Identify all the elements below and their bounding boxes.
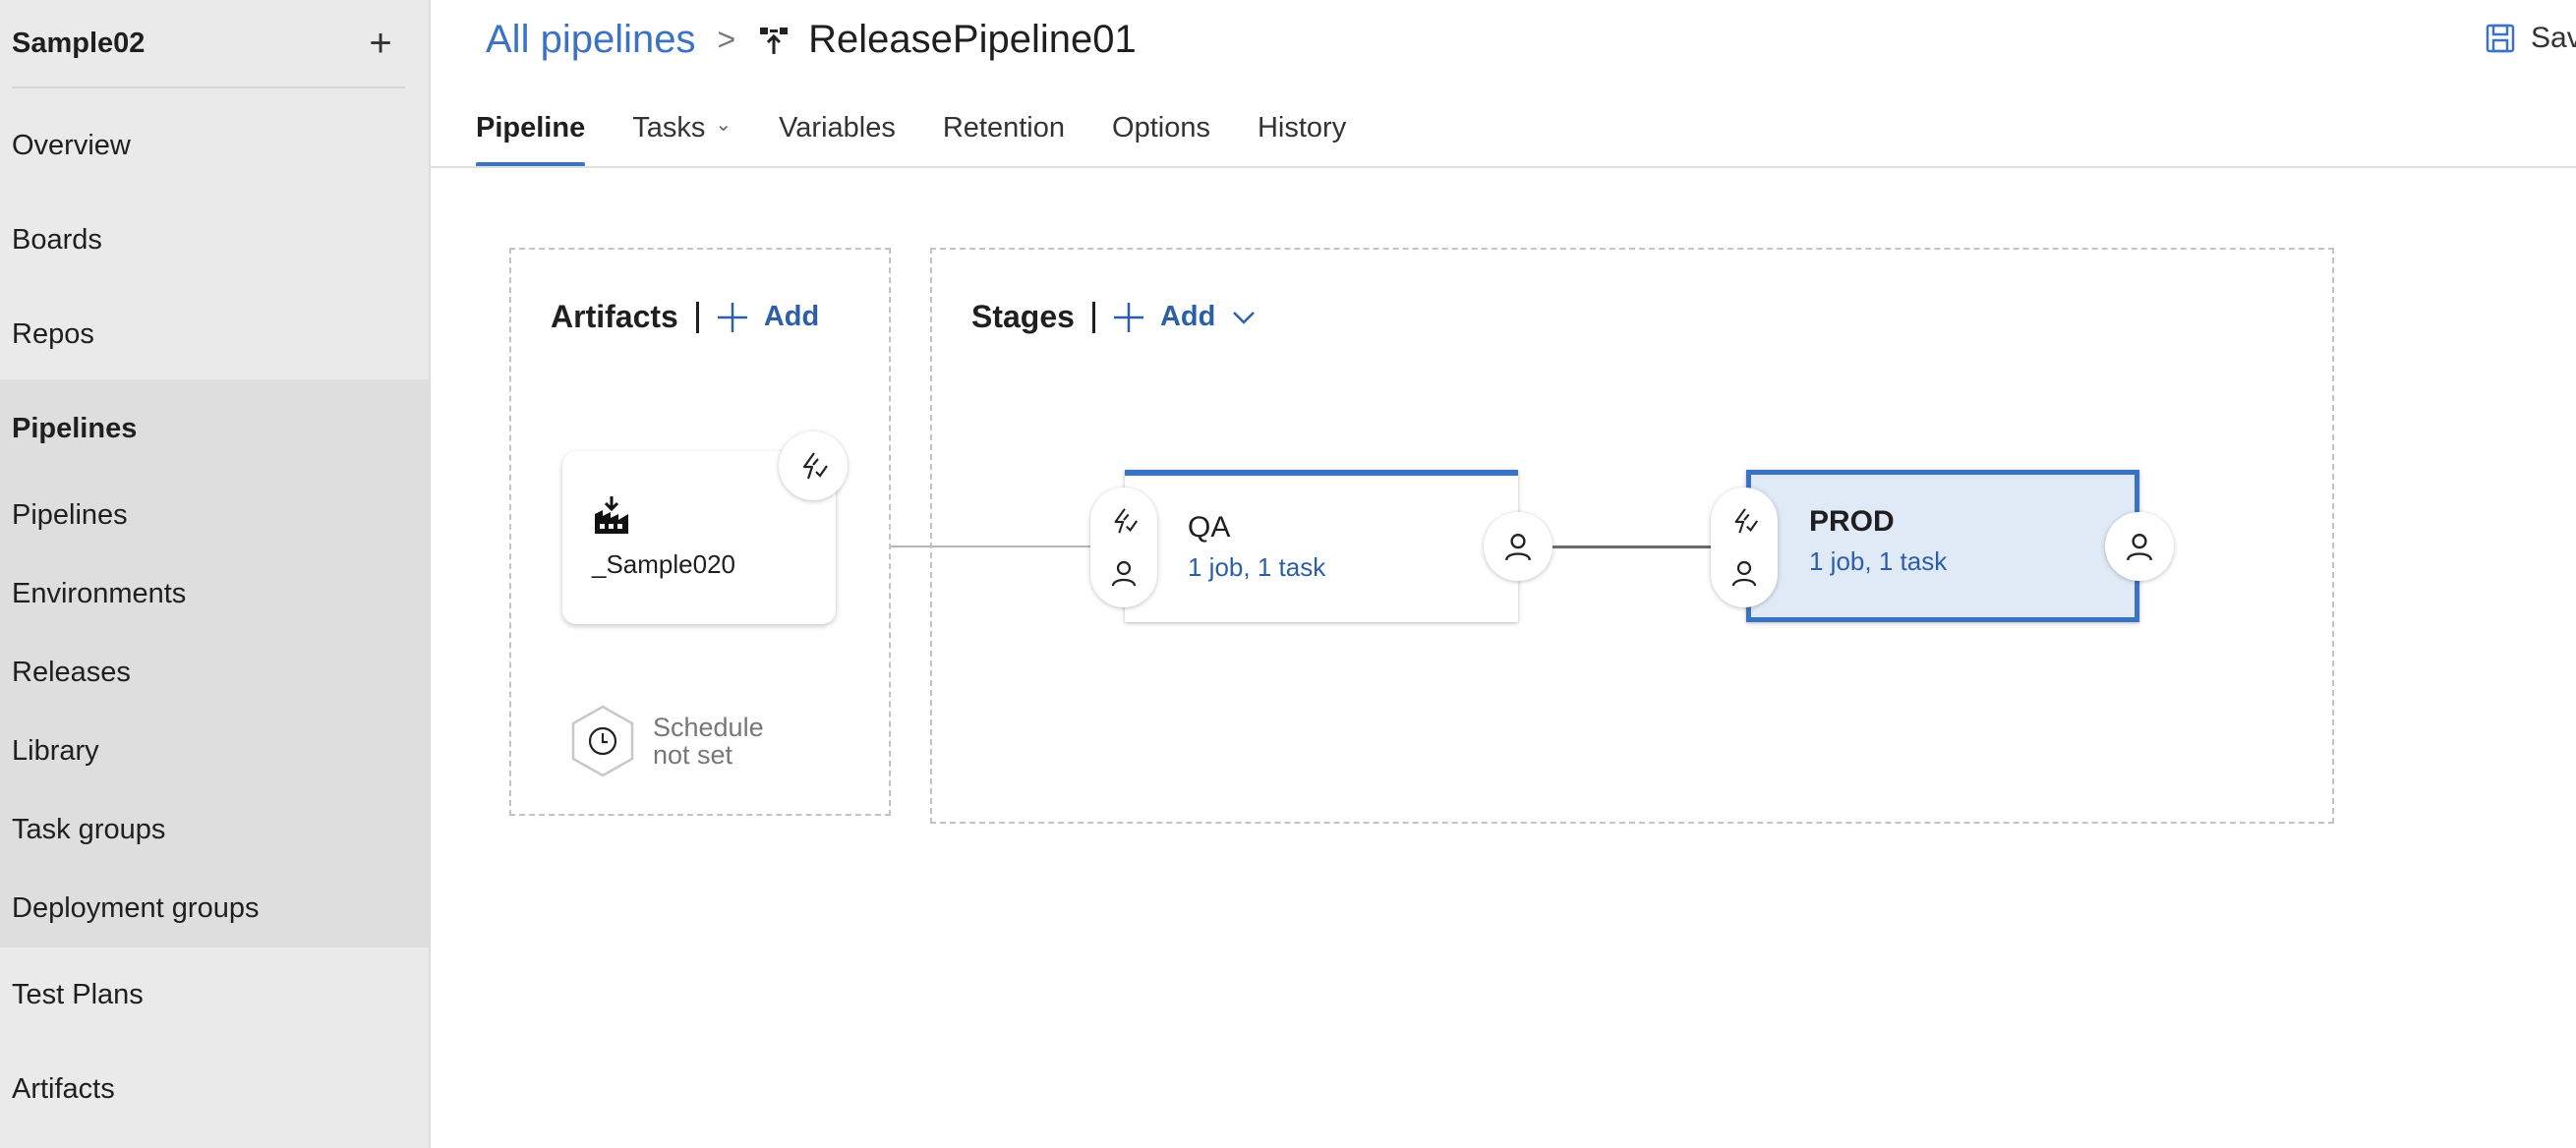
sidebar-item-artifacts[interactable]: Artifacts	[12, 1073, 115, 1106]
add-stage-button[interactable]: Add	[1111, 300, 1257, 335]
breadcrumb-separator: >	[717, 21, 736, 57]
sidebar-item-boards[interactable]: Boards	[12, 224, 102, 257]
breadcrumb-all-pipelines-link[interactable]: All pipelines	[486, 18, 695, 62]
plus-icon	[1113, 302, 1143, 332]
stage-name: QA	[1188, 511, 1231, 544]
tab-pipeline[interactable]: Pipeline	[476, 98, 586, 167]
trigger-icon	[1727, 504, 1761, 538]
header-divider	[695, 301, 699, 333]
tab-retention[interactable]: Retention	[943, 98, 1065, 167]
stage-card-qa[interactable]: QA 1 job, 1 task	[1125, 470, 1518, 622]
schedule-trigger[interactable]: Schedule not set	[568, 704, 764, 778]
tab-options[interactable]: Options	[1112, 98, 1210, 167]
person-icon	[2127, 534, 2152, 561]
left-navigation-sidebar: Sample02 + Overview Boards Repos Pipelin…	[0, 0, 431, 1148]
pre-deployment-conditions-prod[interactable]	[1711, 488, 1778, 607]
person-icon	[1107, 556, 1141, 590]
tab-retention-label: Retention	[942, 112, 1066, 144]
stage-card-prod[interactable]: PROD 1 job, 1 task	[1746, 470, 2139, 622]
tab-tasks[interactable]: Tasks ⌄	[632, 98, 732, 167]
chevron-down-icon	[1233, 311, 1256, 324]
sidebar-item-overview[interactable]: Overview	[12, 130, 131, 162]
artifacts-panel-header: Artifacts Add	[551, 299, 819, 335]
sidebar-item-environments[interactable]: Environments	[12, 578, 186, 610]
continuous-deployment-trigger-icon[interactable]	[779, 431, 848, 500]
post-deployment-approvals-prod[interactable]	[2105, 512, 2174, 581]
save-button[interactable]: Sav	[2486, 22, 2576, 55]
sidebar-item-library[interactable]: Library	[12, 735, 99, 768]
stages-panel-header: Stages Add	[971, 299, 1257, 335]
clock-icon	[571, 705, 634, 777]
person-icon	[1727, 556, 1761, 590]
sidebar-item-deployment-groups[interactable]: Deployment groups	[12, 892, 259, 925]
pipeline-tabs: Pipeline Tasks ⌄ Variables Retention Opti…	[476, 98, 1393, 167]
plus-icon	[717, 302, 747, 332]
tab-options-label: Options	[1112, 112, 1210, 144]
chevron-down-icon: ⌄	[715, 114, 732, 136]
schedule-line2: not set	[653, 740, 733, 770]
project-header: Sample02 +	[12, 0, 405, 88]
tab-pipeline-label: Pipeline	[476, 112, 586, 144]
release-pipeline-icon	[757, 23, 790, 56]
tabbar-divider	[429, 166, 2576, 168]
save-icon	[2486, 24, 2515, 53]
tab-variables[interactable]: Variables	[779, 98, 896, 167]
sidebar-item-repos[interactable]: Repos	[12, 318, 94, 351]
build-artifact-icon	[592, 494, 631, 541]
header-divider	[1091, 301, 1095, 333]
tab-history-label: History	[1257, 112, 1347, 144]
post-deployment-approvals-qa[interactable]	[1484, 512, 1552, 581]
stage-name: PROD	[1809, 505, 1895, 538]
add-stage-label: Add	[1159, 301, 1216, 332]
save-label: Sav	[2531, 22, 2576, 54]
stage-summary[interactable]: 1 job, 1 task	[1809, 546, 1947, 577]
artifact-name: _Sample020	[592, 549, 735, 579]
sidebar-item-pipelines[interactable]: Pipelines	[12, 499, 128, 532]
tab-variables-label: Variables	[779, 112, 896, 144]
qa-to-prod-connector	[1552, 545, 1715, 548]
stages-title: Stages	[971, 299, 1075, 334]
add-artifact-button[interactable]: Add	[715, 300, 819, 335]
sidebar-item-task-groups[interactable]: Task groups	[12, 814, 165, 846]
plus-icon[interactable]: +	[356, 24, 405, 63]
sidebar-item-pipelines-group[interactable]: Pipelines	[12, 413, 137, 445]
project-name[interactable]: Sample02	[12, 28, 145, 60]
person-icon	[1505, 534, 1531, 561]
trigger-icon	[1107, 504, 1141, 538]
tab-history[interactable]: History	[1258, 98, 1346, 167]
stage-summary[interactable]: 1 job, 1 task	[1188, 552, 1325, 583]
pre-deployment-conditions-qa[interactable]	[1090, 488, 1157, 607]
artifacts-title: Artifacts	[551, 299, 678, 334]
sidebar-item-releases[interactable]: Releases	[12, 657, 131, 689]
pipeline-title: ReleasePipeline01	[808, 17, 1137, 61]
schedule-line1: Schedule	[653, 713, 764, 742]
sidebar-item-test-plans[interactable]: Test Plans	[12, 979, 144, 1011]
breadcrumb: All pipelines > ReleasePipeline01	[486, 10, 1137, 69]
tab-tasks-label: Tasks	[632, 112, 706, 144]
add-artifact-label: Add	[763, 301, 820, 332]
